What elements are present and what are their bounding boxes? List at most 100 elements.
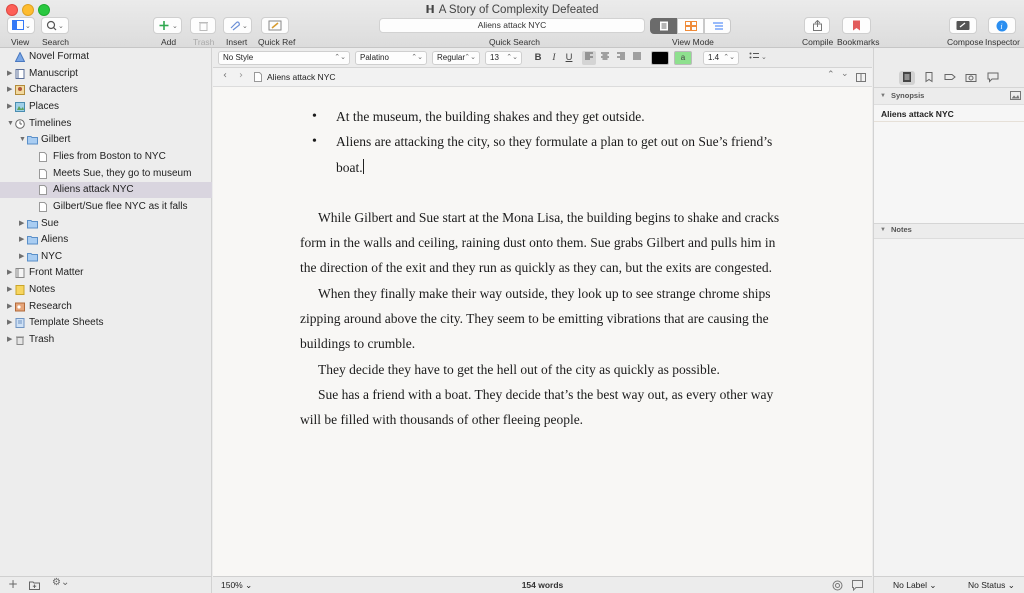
compile-label: Compile bbox=[802, 37, 834, 47]
italic-button[interactable]: I bbox=[548, 51, 560, 65]
disclosure-expanded-icon[interactable]: ▼ bbox=[19, 132, 26, 148]
disclosure-collapsed-icon[interactable]: ▶ bbox=[19, 249, 24, 265]
view-mode-label: View Mode bbox=[672, 37, 714, 47]
binder-item[interactable]: Gilbert/Sue flee NYC as it falls bbox=[0, 199, 212, 215]
binder-item[interactable]: ▼ Timelines bbox=[0, 116, 212, 132]
synopsis-card[interactable]: Aliens attack NYC bbox=[874, 104, 1024, 224]
align-center-button[interactable] bbox=[598, 51, 612, 65]
disclosure-collapsed-icon[interactable]: ▶ bbox=[19, 232, 24, 248]
align-right-button[interactable] bbox=[614, 51, 628, 65]
insert-button[interactable]: ⌄ bbox=[223, 17, 252, 34]
tab-bookmarks[interactable] bbox=[921, 71, 937, 85]
binder-item[interactable]: ▶ Sue bbox=[0, 216, 212, 232]
align-left-button[interactable] bbox=[582, 51, 596, 65]
tab-notes-card[interactable] bbox=[899, 71, 915, 85]
characters-icon bbox=[15, 85, 25, 96]
notes-header[interactable]: ▼ Notes bbox=[874, 222, 1024, 238]
split-editor-icon[interactable] bbox=[856, 73, 866, 82]
quick-ref-button[interactable] bbox=[261, 17, 289, 34]
synopsis-header[interactable]: ▼ Synopsis bbox=[874, 88, 1024, 104]
tag-icon bbox=[944, 74, 956, 80]
underline-button[interactable]: U bbox=[563, 51, 575, 65]
binder-item[interactable]: ▶ Front Matter bbox=[0, 265, 212, 281]
trash-icon bbox=[15, 335, 25, 346]
disclosure-collapsed-icon[interactable]: ▶ bbox=[7, 332, 12, 348]
binder-item[interactable]: ▶ Trash bbox=[0, 332, 212, 348]
comment-add-icon[interactable] bbox=[852, 580, 863, 591]
binder-item[interactable]: ▶ Places bbox=[0, 99, 212, 115]
style-select[interactable]: No Style ⌃⌄ bbox=[218, 51, 350, 65]
image-icon[interactable] bbox=[1010, 91, 1021, 100]
binder-item[interactable]: ▶ Manuscript bbox=[0, 66, 212, 82]
binder-item[interactable]: Aliens attack NYC bbox=[0, 182, 212, 199]
inspector-button[interactable]: i bbox=[988, 17, 1016, 34]
notes-text-area[interactable] bbox=[874, 238, 1024, 576]
label-select[interactable]: No Label ⌄ bbox=[893, 577, 937, 593]
new-folder-icon[interactable] bbox=[29, 580, 40, 590]
paragraph: Sue has a friend with a boat. They decid… bbox=[300, 386, 774, 428]
binder-item[interactable]: Flies from Boston to NYC bbox=[0, 149, 212, 165]
tab-snapshots[interactable] bbox=[963, 71, 979, 85]
add-button[interactable]: ⌄ bbox=[153, 17, 182, 34]
disclosure-collapsed-icon[interactable]: ▶ bbox=[7, 82, 12, 98]
scrivenings-mode-button[interactable] bbox=[650, 18, 677, 34]
binder-item[interactable]: ▶ Notes bbox=[0, 282, 212, 298]
binder-item-label: Flies from Boston to NYC bbox=[53, 150, 166, 162]
up-arrow-icon[interactable]: ⌃ bbox=[827, 70, 835, 80]
binder-item[interactable]: Meets Sue, they go to museum bbox=[0, 166, 212, 182]
binder-item[interactable]: ▶ NYC bbox=[0, 249, 212, 265]
outliner-icon bbox=[712, 22, 723, 30]
disclosure-collapsed-icon[interactable]: ▶ bbox=[7, 265, 12, 281]
binder-item[interactable]: ▼ Gilbert bbox=[0, 132, 212, 148]
status-select[interactable]: No Status ⌄ bbox=[968, 577, 1015, 593]
compose-button[interactable] bbox=[949, 17, 977, 34]
bold-button[interactable]: B bbox=[532, 51, 544, 65]
tab-metadata[interactable] bbox=[942, 71, 958, 85]
view-button[interactable]: ⌄ bbox=[7, 17, 35, 34]
font-size-select[interactable]: 13 ⌃⌄ bbox=[485, 51, 522, 65]
gear-icon[interactable]: ⚙⌄ bbox=[52, 577, 69, 588]
bookmarks-button[interactable] bbox=[842, 17, 871, 34]
highlight-color-well[interactable]: a bbox=[674, 51, 692, 65]
quick-ref-icon bbox=[268, 20, 282, 31]
quick-search-field[interactable]: Aliens attack NYC bbox=[379, 18, 645, 33]
tab-comments[interactable] bbox=[985, 71, 1001, 85]
compile-button[interactable] bbox=[804, 17, 830, 34]
manuscript-icon bbox=[15, 68, 25, 79]
justify-button[interactable] bbox=[630, 51, 644, 65]
add-item-icon[interactable]: + bbox=[8, 577, 18, 591]
font-family-select[interactable]: Palatino ⌃⌄ bbox=[355, 51, 427, 65]
synopsis-header-label: Synopsis bbox=[891, 91, 925, 100]
line-spacing-select[interactable]: 1.4 ⌃⌄ bbox=[703, 51, 739, 65]
binder-item[interactable]: ▶ Characters bbox=[0, 82, 212, 98]
synopsis-title[interactable]: Aliens attack NYC bbox=[881, 109, 954, 119]
text-color-well[interactable] bbox=[651, 51, 669, 65]
disclosure-collapsed-icon[interactable]: ▶ bbox=[7, 282, 12, 298]
list-button[interactable]: ⌄ bbox=[748, 51, 768, 65]
disclosure-collapsed-icon[interactable]: ▶ bbox=[7, 99, 12, 115]
binder-item[interactable]: ▶ Aliens bbox=[0, 232, 212, 248]
document-text[interactable]: At the museum, the building shakes and t… bbox=[300, 104, 780, 433]
binder-item[interactable]: ▶ Template Sheets bbox=[0, 315, 212, 331]
down-arrow-icon[interactable]: ⌄ bbox=[841, 69, 849, 79]
binder-item[interactable]: ▶ Research bbox=[0, 299, 212, 315]
back-arrow-icon[interactable]: ‹ bbox=[223, 70, 227, 81]
editor-text-area[interactable]: At the museum, the building shakes and t… bbox=[213, 87, 872, 576]
disclosure-expanded-icon[interactable]: ▼ bbox=[7, 116, 14, 132]
forward-arrow-icon[interactable]: › bbox=[239, 70, 243, 81]
disclosure-collapsed-icon[interactable]: ▶ bbox=[19, 216, 24, 232]
disclosure-collapsed-icon[interactable]: ▶ bbox=[7, 66, 12, 82]
corkboard-mode-button[interactable] bbox=[677, 18, 704, 34]
corkboard-icon bbox=[684, 21, 697, 31]
bookmarks-label: Bookmarks bbox=[837, 37, 880, 47]
search-button[interactable]: ⌄ bbox=[41, 17, 69, 34]
target-icon[interactable] bbox=[832, 580, 843, 591]
outliner-mode-button[interactable] bbox=[704, 18, 731, 34]
binder-item[interactable]: Novel Format bbox=[0, 49, 212, 65]
chevron-updown-icon: ⌃⌄ bbox=[334, 54, 346, 61]
disclosure-collapsed-icon[interactable]: ▶ bbox=[7, 315, 12, 331]
font-weight-select[interactable]: Regular ⌃⌄ bbox=[432, 51, 480, 65]
disclosure-collapsed-icon[interactable]: ▶ bbox=[7, 299, 12, 315]
trash-button[interactable] bbox=[190, 17, 216, 34]
